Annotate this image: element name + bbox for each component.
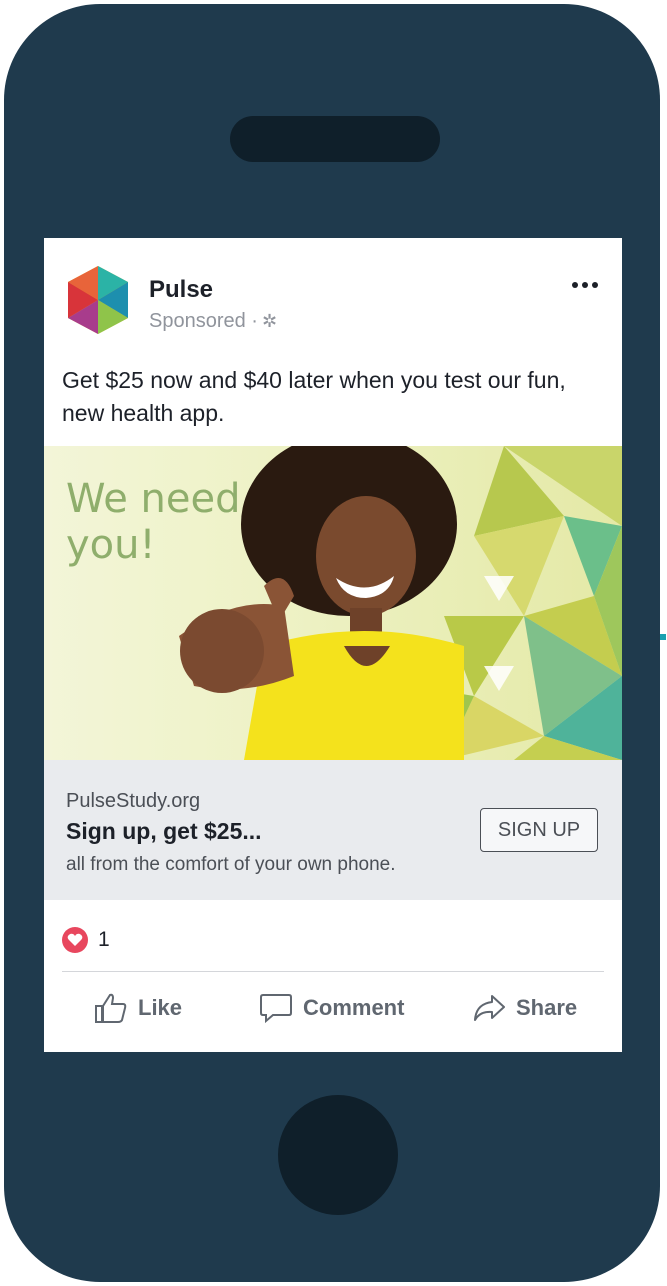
sponsored-label: Sponsored · ✲ (149, 310, 277, 333)
comment-icon (260, 994, 292, 1024)
reactions-summary[interactable]: 1 (62, 924, 110, 956)
share-button[interactable]: Share (472, 978, 577, 1038)
link-domain: PulseStudy.org (66, 790, 201, 812)
page-name[interactable]: Pulse (149, 276, 213, 304)
like-button[interactable]: Like (94, 978, 182, 1038)
thumbs-up-icon (95, 993, 127, 1023)
phone-speaker (230, 116, 440, 162)
post-text: Get $25 now and $40 later when you test … (62, 367, 566, 426)
post-actions: Like Comment Share (44, 978, 622, 1038)
ad-headline-line1: We need (66, 476, 241, 522)
globe-icon: ✲ (261, 311, 278, 331)
heart-icon (67, 933, 83, 946)
comment-button[interactable]: Comment (259, 978, 404, 1038)
share-icon (474, 995, 505, 1021)
more-dot-icon (592, 282, 598, 288)
share-label: Share (516, 995, 578, 1020)
love-reaction-icon (62, 927, 88, 953)
more-dot-icon (582, 282, 588, 288)
sign-up-button[interactable]: SIGN UP (480, 808, 598, 852)
pulse-logo-icon[interactable] (66, 264, 130, 336)
actions-divider (62, 971, 604, 972)
ad-image[interactable]: We need you! (44, 446, 622, 760)
ad-post-screen: Pulse Sponsored · ✲ Get $25 now and $40 l… (44, 238, 622, 1052)
more-dot-icon (572, 282, 578, 288)
link-description: all from the comfort of your own phone. (66, 854, 396, 875)
link-title: Sign up, get $25... (66, 818, 262, 844)
more-options-button[interactable] (572, 282, 598, 288)
ad-headline-line2: you! (66, 522, 156, 568)
home-button[interactable] (278, 1095, 398, 1215)
ad-headline: We need you! (66, 476, 241, 568)
comment-label: Comment (303, 995, 405, 1020)
post-header: Pulse Sponsored · ✲ (44, 238, 622, 338)
reaction-count: 1 (98, 928, 110, 951)
like-label: Like (138, 995, 183, 1020)
link-preview[interactable]: PulseStudy.org Sign up, get $25... all f… (44, 760, 622, 900)
decorative-dot (660, 634, 666, 640)
sponsored-text: Sponsored · (149, 310, 258, 332)
